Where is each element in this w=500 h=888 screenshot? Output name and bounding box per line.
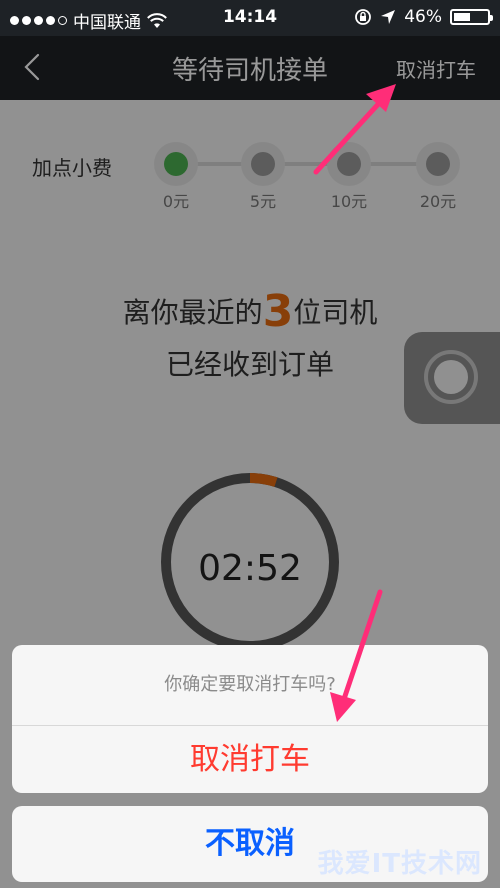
- location-arrow-icon: [381, 10, 396, 24]
- confirm-question: 你确定要取消打车吗?: [164, 674, 336, 695]
- battery-icon: [450, 9, 493, 25]
- rotation-lock-icon: [355, 9, 372, 25]
- battery-percent: 46%: [404, 7, 442, 27]
- watermark: 我爱IT技术网: [317, 849, 482, 879]
- status-bar: 中国联通 14:14 46%: [0, 0, 500, 36]
- divider: [12, 725, 488, 726]
- confirm-cancel-button[interactable]: 取消打车: [12, 727, 488, 793]
- status-right: 46%: [354, 7, 493, 27]
- cancel-confirm-sheet: 你确定要取消打车吗? 取消打车: [12, 645, 488, 793]
